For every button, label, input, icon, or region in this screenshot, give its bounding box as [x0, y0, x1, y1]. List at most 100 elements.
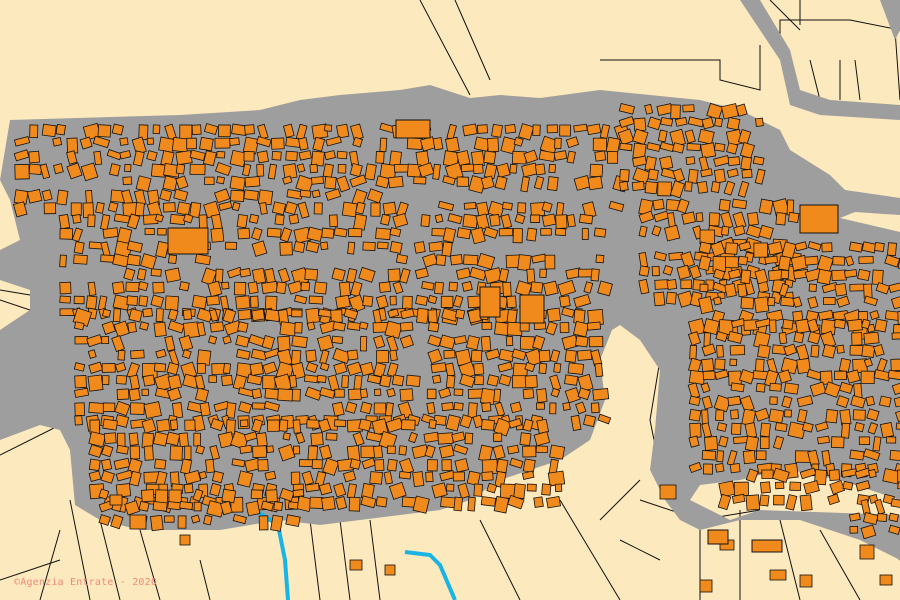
building [573, 123, 588, 133]
building [293, 240, 306, 254]
building [310, 176, 325, 185]
building [222, 362, 232, 375]
building [359, 336, 368, 352]
building [112, 308, 122, 323]
building [184, 419, 196, 431]
building [573, 320, 590, 338]
building [778, 255, 791, 271]
building [448, 281, 458, 292]
building [275, 281, 287, 295]
map-attribution: ©Agenzia Entrate - 2020 [14, 577, 158, 588]
building [767, 241, 784, 256]
building [740, 296, 755, 310]
building [718, 198, 731, 212]
building [142, 374, 156, 387]
building [310, 150, 325, 167]
building [489, 213, 501, 227]
building [554, 483, 563, 493]
building [787, 211, 800, 223]
building [554, 137, 562, 149]
building [87, 374, 104, 392]
building [487, 137, 500, 153]
building [773, 494, 785, 506]
building [156, 418, 171, 433]
building [729, 358, 738, 366]
building [181, 349, 192, 360]
building [427, 294, 438, 305]
building [389, 295, 397, 306]
building [270, 514, 284, 532]
building [460, 163, 475, 173]
building [208, 375, 218, 383]
building [305, 349, 317, 363]
building [348, 227, 363, 238]
building [175, 150, 193, 166]
building [539, 268, 547, 278]
building [456, 176, 470, 187]
building [594, 362, 604, 378]
building [559, 322, 570, 334]
building [369, 471, 383, 485]
building [146, 150, 158, 162]
building [784, 409, 793, 418]
building [235, 295, 251, 310]
building [169, 419, 179, 431]
building [681, 211, 696, 225]
building [88, 458, 101, 472]
building [716, 422, 728, 432]
building [196, 349, 212, 366]
building [473, 362, 485, 376]
building [308, 295, 324, 305]
building [769, 382, 782, 392]
cadastral-map[interactable] [0, 0, 900, 600]
building [359, 361, 375, 377]
building [413, 176, 427, 185]
building [59, 308, 75, 317]
building [389, 240, 403, 254]
building [386, 458, 398, 472]
building [733, 481, 749, 497]
building [740, 156, 753, 171]
building [742, 449, 756, 465]
building [526, 483, 537, 492]
building [164, 267, 182, 283]
building [375, 150, 385, 164]
building [849, 344, 864, 356]
building [588, 336, 604, 348]
building [336, 150, 348, 160]
building [462, 123, 478, 137]
building [454, 308, 466, 320]
building [466, 470, 481, 486]
building [265, 489, 278, 503]
building [287, 501, 299, 510]
building [394, 163, 410, 173]
building [300, 281, 311, 292]
building [178, 432, 189, 448]
building [310, 432, 324, 447]
building [434, 281, 444, 295]
building [205, 458, 215, 474]
building [688, 395, 701, 407]
building [562, 402, 571, 411]
building [266, 227, 282, 238]
building [73, 254, 88, 265]
building [398, 471, 412, 480]
building [270, 137, 285, 150]
building [619, 142, 633, 152]
building [341, 201, 358, 218]
building [248, 213, 260, 224]
building [279, 321, 297, 337]
building [480, 419, 495, 431]
building [559, 295, 571, 308]
building [387, 175, 404, 189]
building [406, 137, 423, 150]
building [590, 268, 600, 282]
building [840, 422, 851, 439]
building [504, 123, 517, 134]
building [150, 514, 164, 532]
building [542, 280, 559, 297]
building [581, 228, 589, 240]
building [292, 488, 305, 498]
building [142, 307, 153, 318]
building [729, 462, 741, 474]
